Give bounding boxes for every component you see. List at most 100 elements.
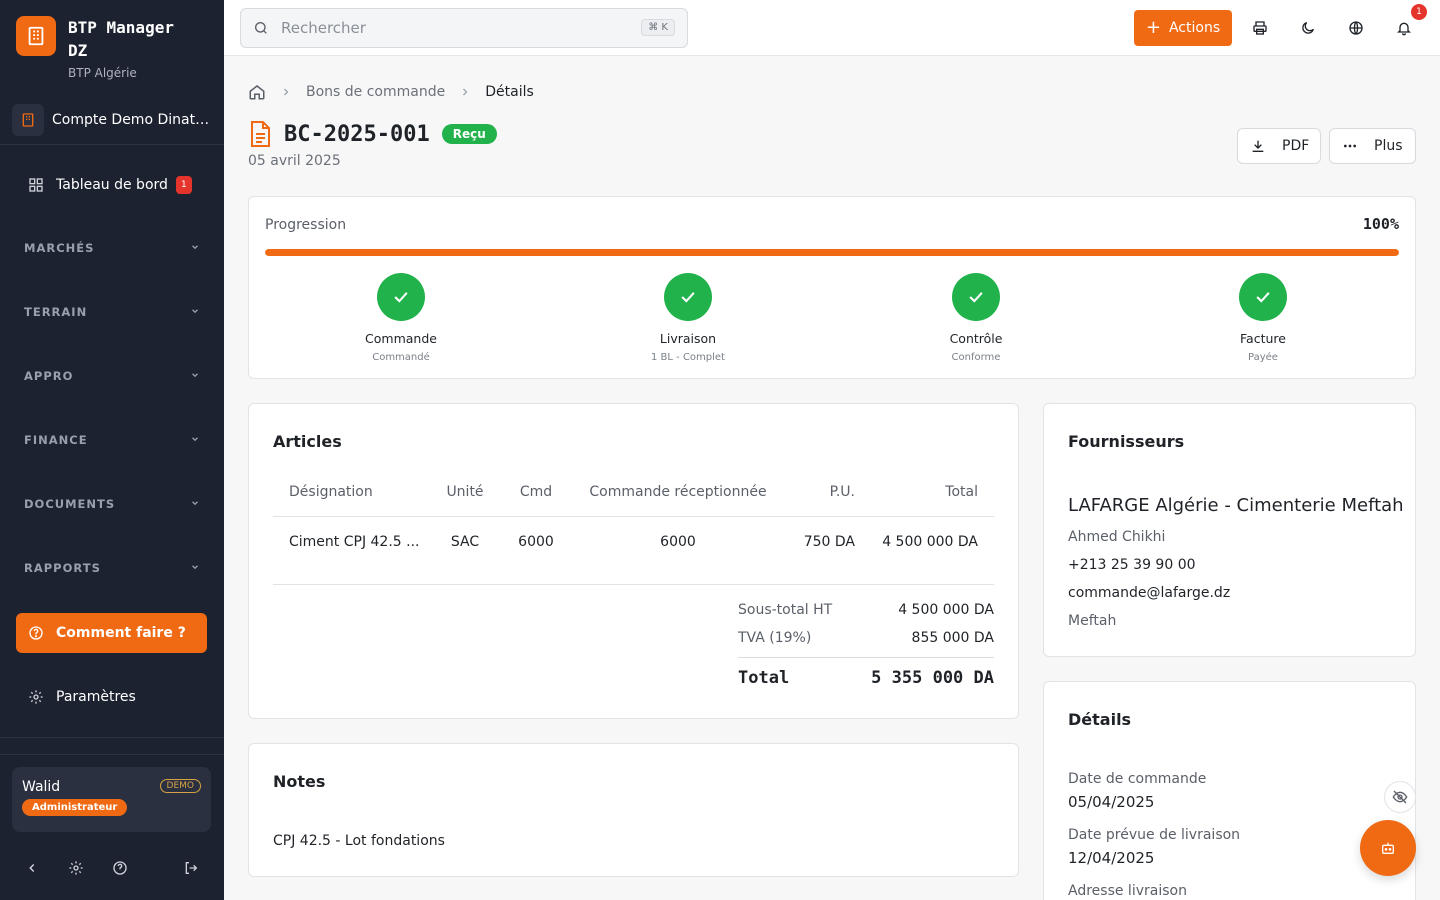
page-date: 05 avril 2025 [248, 153, 341, 169]
notes-title: Notes [273, 772, 326, 791]
step-commande: Commande Commandé [321, 273, 481, 363]
logout-icon[interactable] [179, 856, 203, 880]
section-rapports[interactable]: RAPPORTS [24, 561, 200, 575]
tva-label: TVA (19%) [738, 630, 812, 646]
step-subtitle: Commandé [372, 352, 430, 363]
document-icon [248, 120, 272, 148]
step-title: Commande [365, 331, 437, 346]
actions-button[interactable]: + Actions [1134, 10, 1232, 46]
progress-card: Progression 100% Commande Commandé Livra… [248, 196, 1416, 379]
building-icon [12, 104, 44, 136]
order-date-value: 05/04/2025 [1068, 793, 1155, 811]
supplier-title: Fournisseurs [1068, 432, 1185, 451]
globe-icon[interactable] [1344, 16, 1368, 40]
printer-icon[interactable] [1248, 16, 1272, 40]
chevron-down-icon [190, 561, 200, 575]
supplier-card: Fournisseurs LAFARGE Algérie - Cimenteri… [1043, 403, 1416, 657]
articles-title: Articles [273, 432, 342, 451]
supplier-contact: Ahmed Chikhi [1068, 529, 1166, 545]
total-label: Total [738, 668, 790, 688]
divider [0, 144, 224, 145]
subtotal-value: 4 500 000 DA [898, 602, 994, 618]
eye-off-icon[interactable] [1384, 781, 1416, 813]
section-marches[interactable]: MARCHÉS [24, 241, 200, 255]
role-badge: Administrateur [22, 799, 128, 816]
breadcrumb-link[interactable]: Bons de commande [306, 84, 445, 100]
more-button[interactable]: Plus [1329, 128, 1416, 164]
moon-icon[interactable] [1296, 16, 1320, 40]
sidebar: BTP Manager DZ BTP Algérie Compte Demo D… [0, 0, 224, 900]
notes-text: CPJ 42.5 - Lot fondations [273, 833, 445, 849]
step-title: Livraison [659, 331, 717, 346]
help-circle-icon[interactable] [108, 856, 132, 880]
search-icon [253, 20, 269, 36]
order-date-label: Date de commande [1068, 771, 1207, 787]
sidebar-item-label: Tableau de bord [56, 177, 168, 193]
divider [0, 737, 224, 738]
delivery-date-value: 12/04/2025 [1068, 849, 1155, 867]
step-controle: Contrôle Conforme [896, 273, 1056, 363]
divider [738, 657, 994, 658]
delivery-date-label: Date prévue de livraison [1068, 827, 1241, 843]
brand-subtitle: BTP Algérie [68, 66, 137, 80]
sidebar-item-settings[interactable]: Paramètres [16, 677, 207, 717]
divider [273, 584, 994, 585]
chevron-right-icon [459, 86, 471, 98]
section-label: MARCHÉS [24, 241, 95, 255]
chevron-down-icon [190, 433, 200, 447]
col-cmd: Cmd [497, 468, 575, 517]
col-designation: Désignation [273, 468, 433, 517]
cell-pu: 750 DA [803, 534, 855, 551]
col-unite: Unité [433, 468, 497, 517]
details-title: Détails [1068, 710, 1132, 729]
bot-icon [1380, 840, 1396, 856]
sidebar-footer [0, 856, 224, 880]
divider [0, 754, 224, 755]
total-value: 5 355 000 DA [871, 668, 994, 688]
search-placeholder: Rechercher [281, 19, 366, 37]
pdf-label: PDF [1282, 138, 1310, 154]
chevron-right-icon [280, 86, 292, 98]
home-icon[interactable] [248, 83, 266, 101]
account-switcher[interactable]: Compte Demo Dinatec [12, 104, 212, 136]
plus-icon: + [1145, 17, 1161, 38]
step-subtitle: Payée [1248, 352, 1278, 363]
cell-designation: Ciment CPJ 42.5 ... [289, 534, 420, 551]
col-received: Commande réceptionnée [575, 468, 781, 517]
section-finance[interactable]: FINANCE [24, 433, 200, 447]
details-card: Détails Date de commande 05/04/2025 Date… [1043, 681, 1416, 900]
user-card[interactable]: Walid DEMO Administrateur [12, 767, 211, 832]
supplier-city: Meftah [1068, 613, 1117, 629]
notification-count: 1 [1411, 4, 1427, 20]
section-label: TERRAIN [24, 305, 88, 319]
help-label: Comment faire ? [56, 625, 186, 641]
supplier-phone[interactable]: +213 25 39 90 00 [1068, 557, 1196, 573]
bell-icon[interactable] [1392, 16, 1416, 40]
supplier-email[interactable]: commande@lafarge.dz [1068, 585, 1230, 601]
step-title: Facture [1240, 331, 1286, 346]
section-terrain[interactable]: TERRAIN [24, 305, 200, 319]
check-icon [952, 273, 1000, 321]
brand[interactable]: BTP Manager DZ BTP Algérie [16, 16, 198, 80]
pdf-button[interactable]: PDF [1237, 128, 1321, 164]
actions-label: Actions [1168, 20, 1221, 36]
progress-bar [265, 249, 1399, 256]
search-shortcut: ⌘ K [641, 19, 675, 36]
cell-cmd: 6000 [518, 534, 554, 551]
assistant-bot-button[interactable] [1360, 820, 1416, 876]
supplier-name[interactable]: LAFARGE Algérie - Cimenterie Meftah [1068, 495, 1404, 516]
gear-icon[interactable] [64, 856, 88, 880]
table-row[interactable]: Ciment CPJ 42.5 ... SAC 6000 6000 750 DA… [273, 516, 994, 568]
step-subtitle: Conforme [951, 352, 1001, 363]
chevron-down-icon [190, 497, 200, 511]
sidebar-item-dashboard[interactable]: Tableau de bord 1 [16, 165, 207, 205]
brand-title: BTP Manager DZ [68, 18, 174, 60]
search-input[interactable]: Rechercher ⌘ K [240, 8, 688, 48]
help-button[interactable]: Comment faire ? [16, 613, 207, 653]
more-dots-icon [1342, 138, 1358, 154]
section-appro[interactable]: APPRO [24, 369, 200, 383]
section-documents[interactable]: DOCUMENTS [24, 497, 200, 511]
collapse-chevron-left-icon[interactable] [20, 856, 44, 880]
total-row: Total 5 355 000 DA [738, 668, 994, 688]
chevron-down-icon [190, 369, 200, 383]
